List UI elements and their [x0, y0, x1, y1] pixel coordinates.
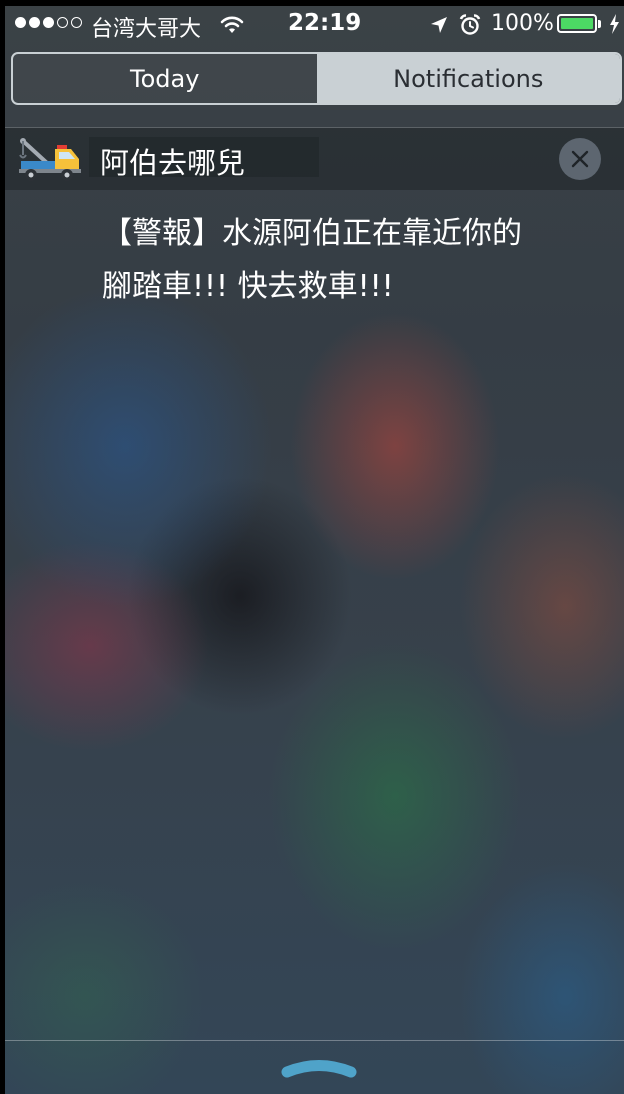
signal-dot [29, 17, 40, 28]
close-icon [571, 150, 589, 168]
battery-tip [598, 20, 601, 28]
notification-app-header: 阿伯去哪兒 [5, 128, 624, 190]
tab-today[interactable]: Today [13, 54, 317, 103]
carrier-name: 台湾大哥大 [91, 17, 202, 42]
chevron-up-grabber-icon[interactable] [281, 1056, 357, 1084]
signal-dot-empty [57, 17, 68, 28]
signal-strength-indicator [15, 17, 82, 28]
notification-message[interactable]: 【警報】水源阿伯正在靠近你的 腳踏車!!! 快去救車!!! [102, 207, 602, 313]
signal-dot [43, 17, 54, 28]
battery-fill [561, 18, 593, 29]
alarm-clock-icon [459, 14, 481, 42]
status-bar: 台湾大哥大 22:19 100% [5, 6, 624, 42]
clock-time: 22:19 [288, 10, 362, 36]
notification-message-line: 【警報】水源阿伯正在靠近你的 [102, 216, 522, 251]
charging-bolt-icon [609, 14, 620, 40]
signal-dot [15, 17, 26, 28]
signal-dot-empty [71, 17, 82, 28]
tab-notifications[interactable]: Notifications [316, 54, 620, 103]
app-name: 阿伯去哪兒 [100, 146, 246, 180]
battery-percent: 100% [491, 11, 554, 36]
footer-divider [5, 1040, 624, 1041]
app-name-container: 阿伯去哪兒 [89, 137, 319, 180]
location-arrow-icon [429, 15, 449, 41]
clear-notifications-button[interactable] [559, 138, 601, 180]
tow-truck-icon [17, 135, 81, 183]
today-notifications-segmented-control: Today Notifications [11, 52, 622, 105]
notification-center: 台湾大哥大 22:19 100% Today Notifications 阿伯去… [5, 6, 624, 1094]
wifi-icon [219, 15, 245, 41]
notification-message-line: 腳踏車!!! 快去救車!!! [102, 269, 394, 304]
battery-icon [557, 14, 597, 33]
